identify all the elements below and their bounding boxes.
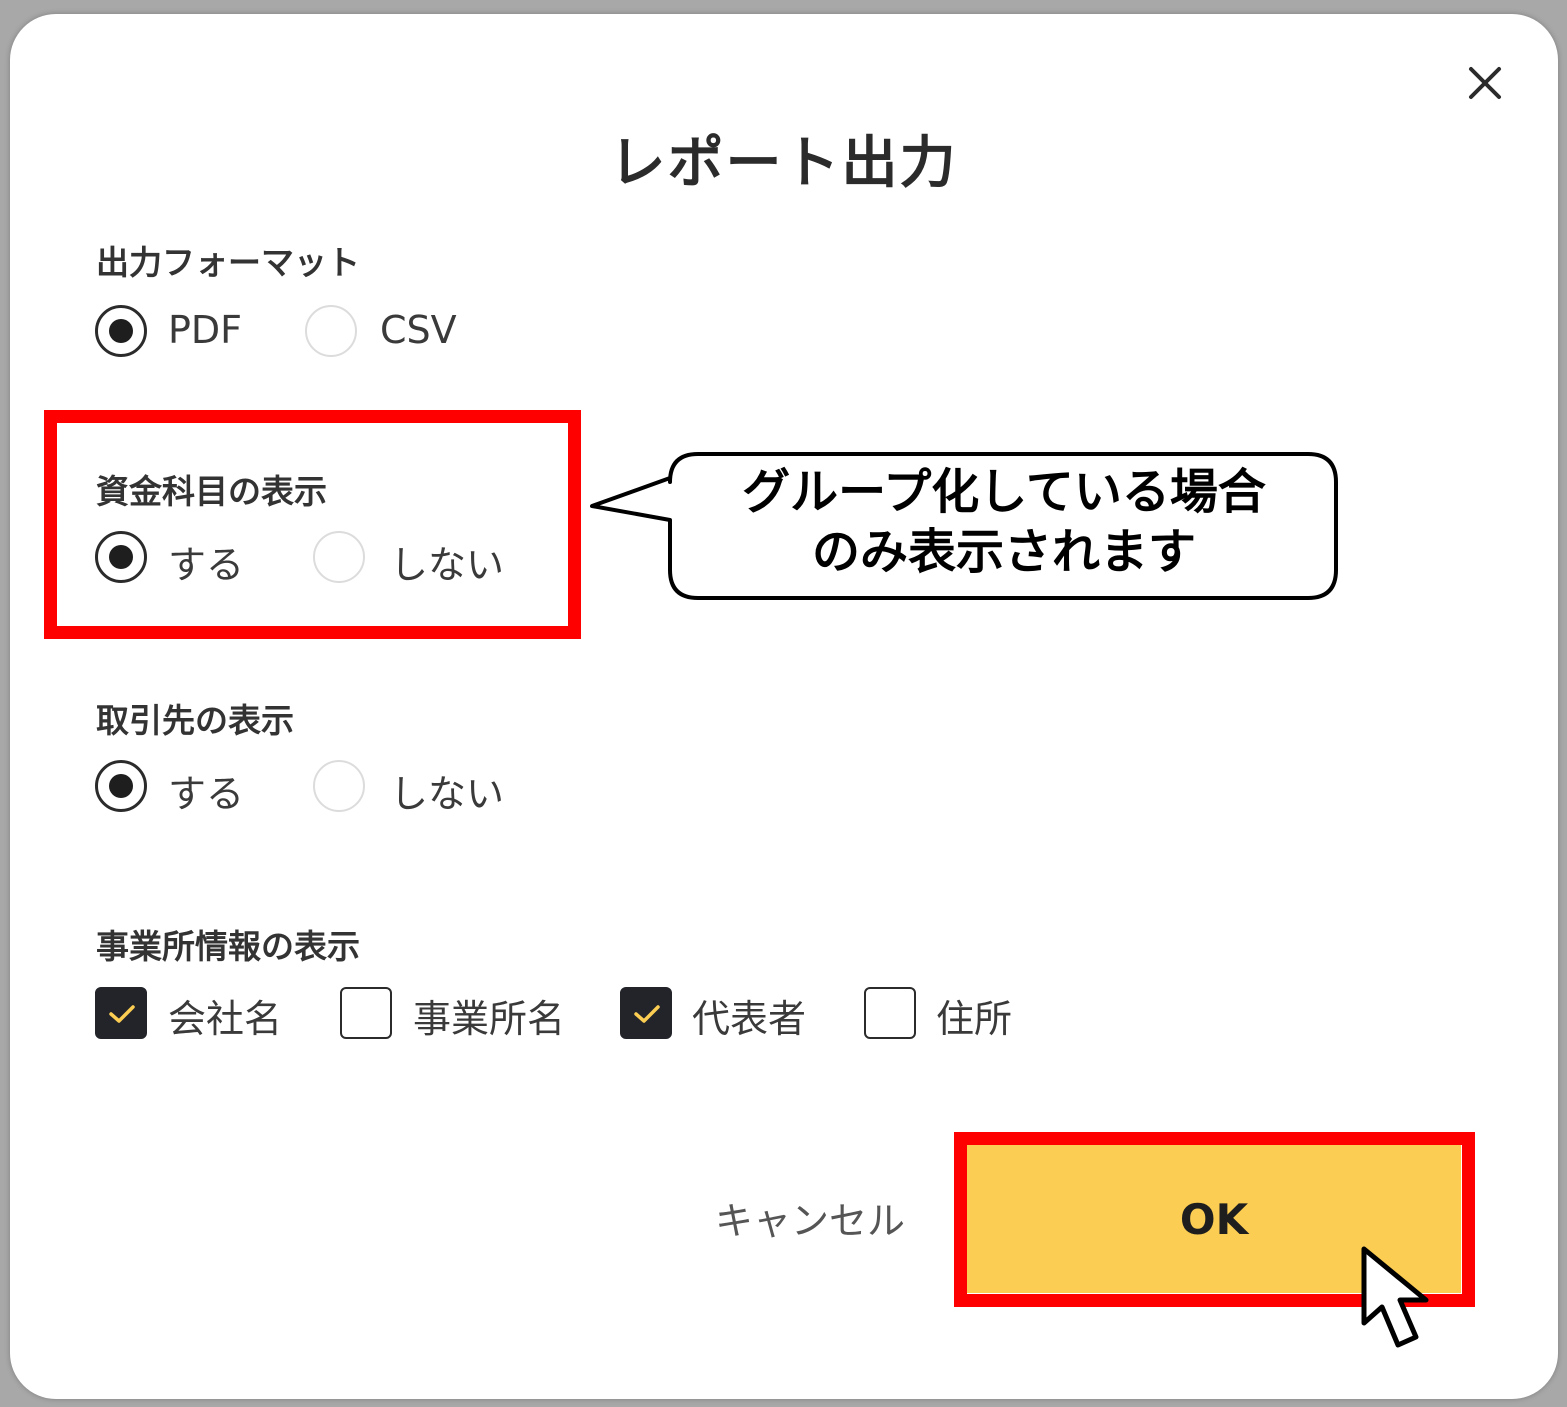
- checkbox-address-label[interactable]: 住所: [936, 988, 1012, 1043]
- partner-display-label: 取引先の表示: [96, 701, 294, 740]
- radio-pdf-label[interactable]: PDF: [168, 308, 242, 352]
- radio-partner-hide[interactable]: [313, 760, 365, 812]
- radio-csv[interactable]: [305, 305, 357, 357]
- close-icon: [1469, 67, 1501, 99]
- radio-partner-show-label[interactable]: する: [168, 763, 244, 818]
- dialog-title: レポート出力: [609, 131, 958, 196]
- office-info-display-label: 事業所情報の表示: [96, 927, 360, 966]
- close-button[interactable]: [1460, 58, 1510, 108]
- checkbox-office-name[interactable]: [340, 987, 392, 1039]
- checkbox-company-name[interactable]: [95, 987, 147, 1039]
- checkbox-representative[interactable]: [620, 987, 672, 1039]
- mouse-cursor-icon: [1361, 1246, 1429, 1348]
- callout-text: グループ化している場合 のみ表示されます: [670, 462, 1338, 582]
- callout-line-1: グループ化している場合: [742, 464, 1266, 520]
- checkbox-representative-label[interactable]: 代表者: [692, 988, 806, 1043]
- radio-partner-hide-label[interactable]: しない: [390, 763, 504, 818]
- radio-csv-label[interactable]: CSV: [380, 308, 457, 352]
- checkbox-company-name-label[interactable]: 会社名: [168, 988, 282, 1043]
- check-icon: [634, 1005, 660, 1023]
- fund-section-highlight: [44, 410, 581, 639]
- cancel-button[interactable]: キャンセル: [700, 1190, 920, 1243]
- checkbox-office-name-label[interactable]: 事業所名: [413, 988, 565, 1043]
- check-icon: [109, 1005, 135, 1023]
- radio-pdf[interactable]: [95, 305, 147, 357]
- output-format-label: 出力フォーマット: [96, 243, 360, 282]
- checkbox-address[interactable]: [864, 987, 916, 1039]
- callout-line-2: のみ表示されます: [811, 524, 1196, 580]
- radio-partner-show[interactable]: [95, 760, 147, 812]
